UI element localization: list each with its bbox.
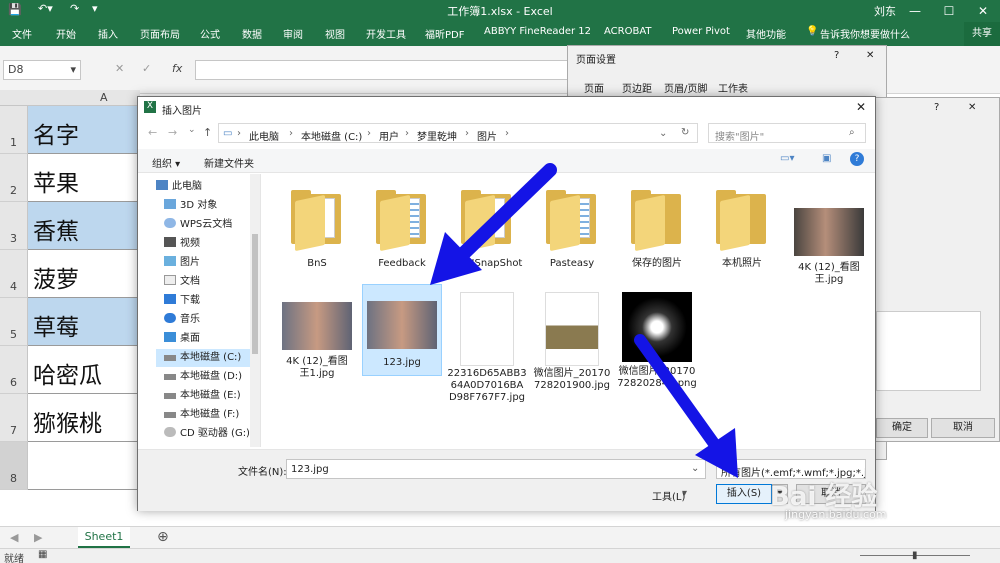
arrow-to-insert	[634, 334, 738, 478]
arrow-to-picture	[430, 163, 557, 285]
watermark-url: jingyan.baidu.com	[785, 508, 887, 521]
